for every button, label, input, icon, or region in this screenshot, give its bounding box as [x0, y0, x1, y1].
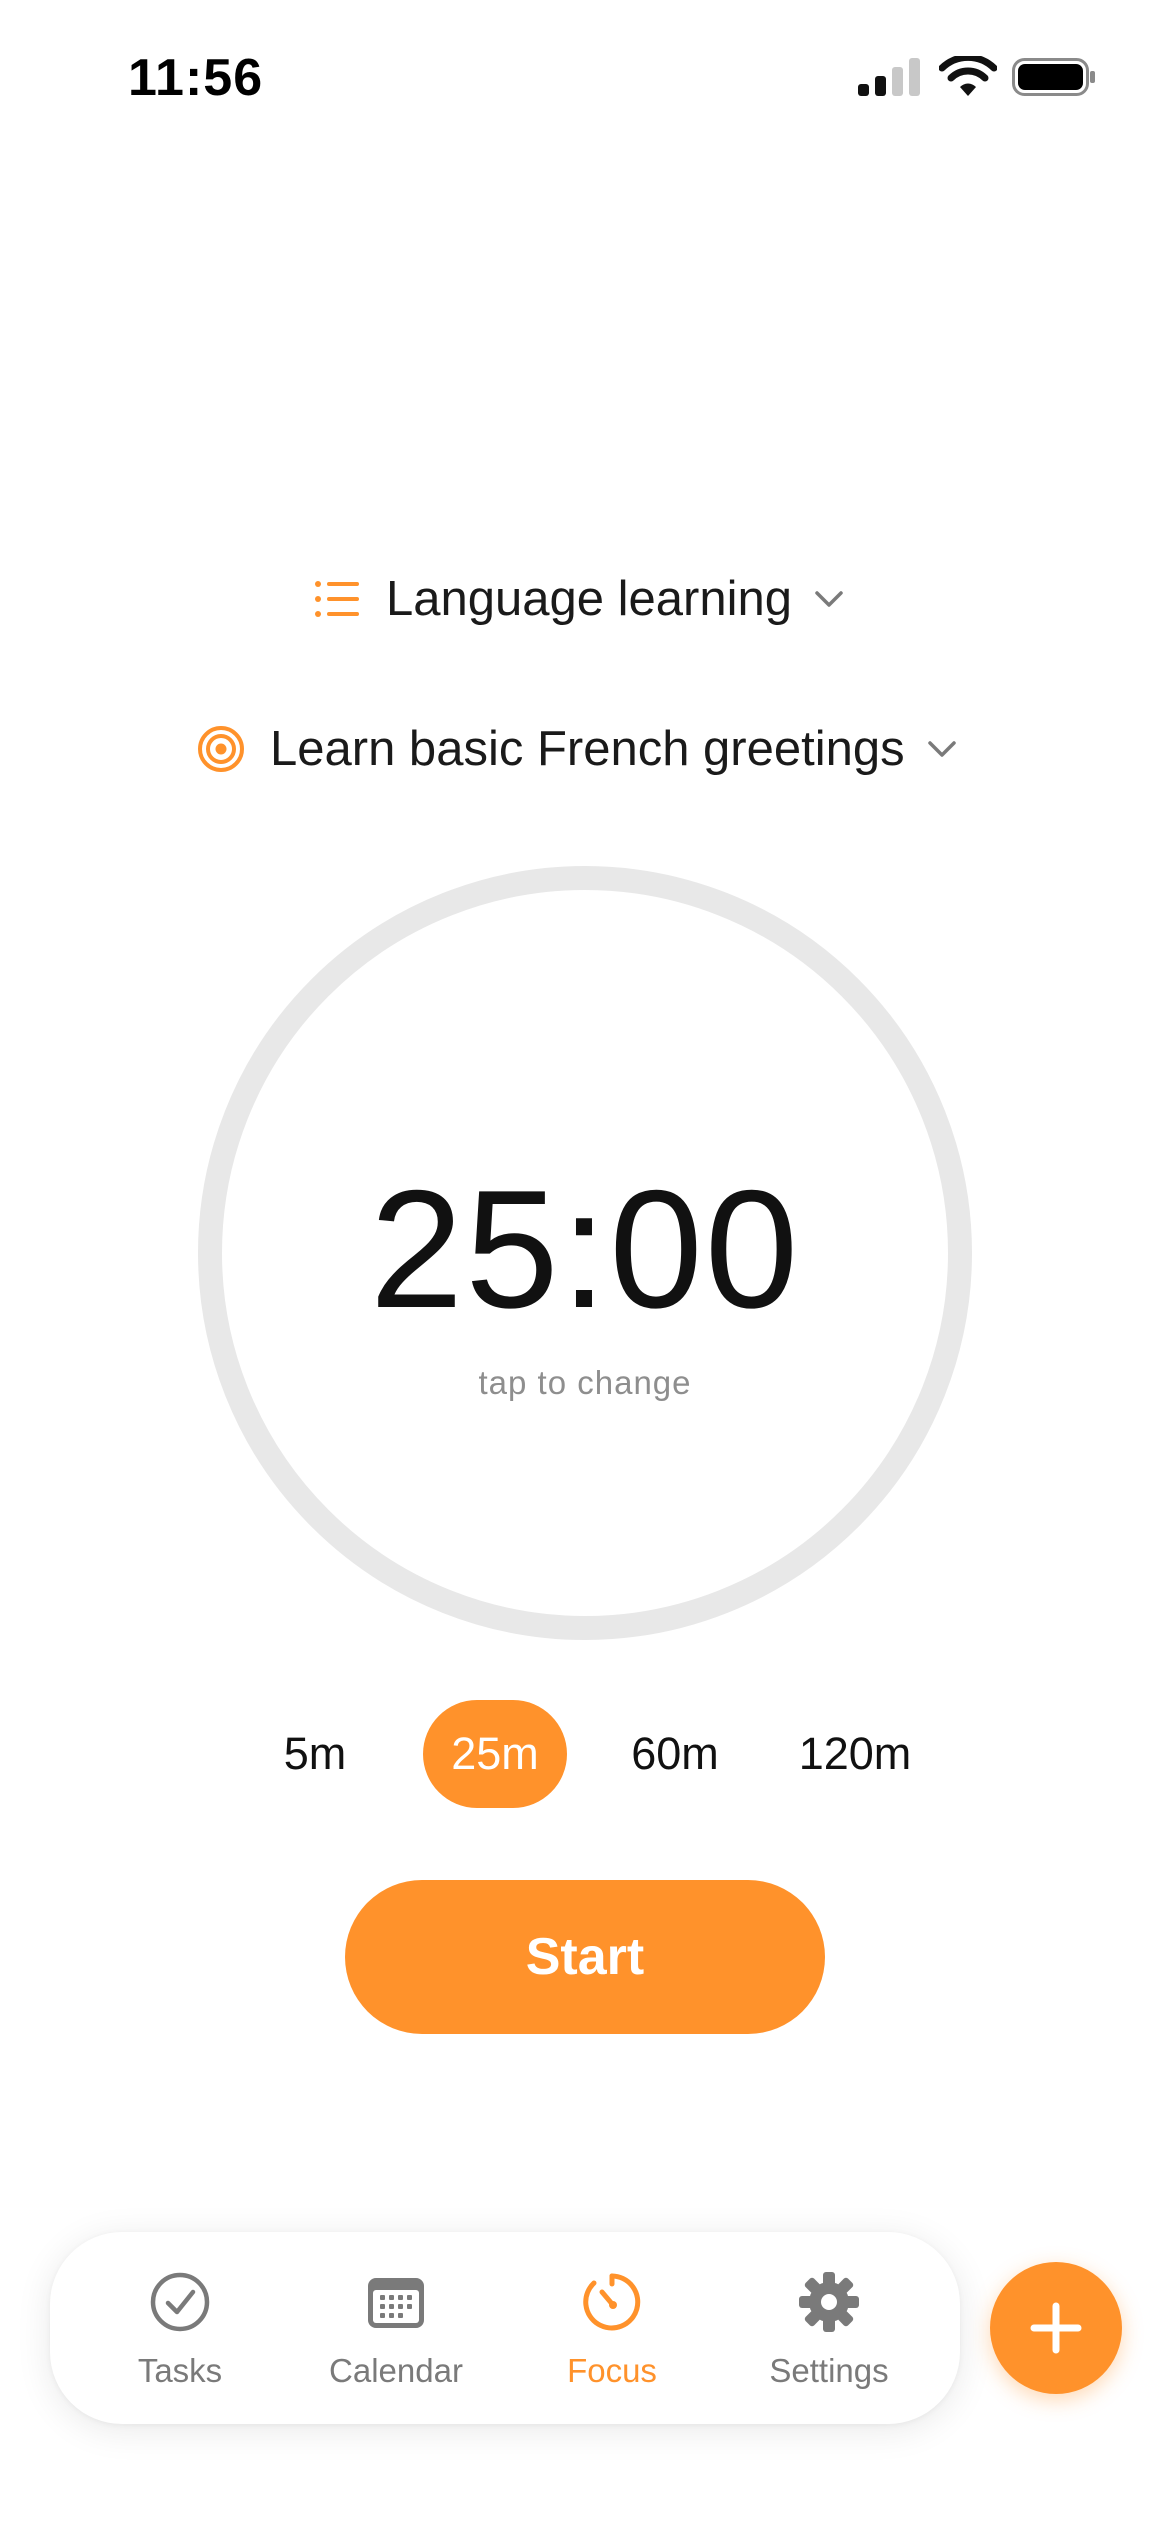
add-button[interactable] [990, 2262, 1122, 2394]
tab-label: Calendar [329, 2352, 463, 2389]
project-selector[interactable]: Language learning [312, 566, 844, 632]
tab-label: Tasks [137, 2352, 223, 2389]
project-selector-label: Language learning [386, 572, 792, 626]
cellular-signal-icon [858, 58, 920, 96]
status-bar: 11:56 [0, 0, 1170, 150]
tab-tasks[interactable]: Tasks [80, 2232, 280, 2424]
tab-focus[interactable]: Focus [512, 2232, 712, 2424]
chevron-down-icon [927, 739, 957, 759]
tab-calendar[interactable]: Calendar [296, 2232, 496, 2424]
timer-hint: tap to change [478, 1364, 692, 1401]
chevron-down-icon [814, 589, 844, 609]
tab-label: Focus [567, 2352, 657, 2389]
preset-120m[interactable]: 120m [780, 1700, 930, 1808]
goal-selector-label: Learn basic French greetings [270, 722, 905, 776]
timer-dial[interactable]: 25:00 tap to change [198, 866, 972, 1640]
plus-icon [1030, 2302, 1082, 2354]
tab-bar: Tasks Calendar Focus Settings [50, 2232, 960, 2424]
tab-settings[interactable]: Settings [729, 2232, 929, 2424]
battery-icon [1012, 58, 1095, 96]
wifi-icon [939, 56, 997, 96]
duration-presets: 5m 25m 60m 120m [0, 1700, 1170, 1808]
calendar-icon [364, 2270, 428, 2334]
timer-value[interactable]: 25:00 [222, 1165, 948, 1333]
list-icon [312, 574, 362, 624]
tab-label: Settings [769, 2352, 889, 2389]
status-time: 11:56 [128, 49, 264, 107]
preset-5m[interactable]: 5m [250, 1700, 380, 1808]
check-circle-icon [148, 2270, 212, 2334]
preset-60m[interactable]: 60m [610, 1700, 740, 1808]
gear-icon [797, 2270, 861, 2334]
preset-25m[interactable]: 25m [423, 1700, 567, 1808]
goal-selector[interactable]: Learn basic French greetings [196, 716, 957, 782]
timer-icon [580, 2270, 644, 2334]
target-icon [196, 724, 246, 774]
start-button[interactable]: Start [345, 1880, 825, 2034]
